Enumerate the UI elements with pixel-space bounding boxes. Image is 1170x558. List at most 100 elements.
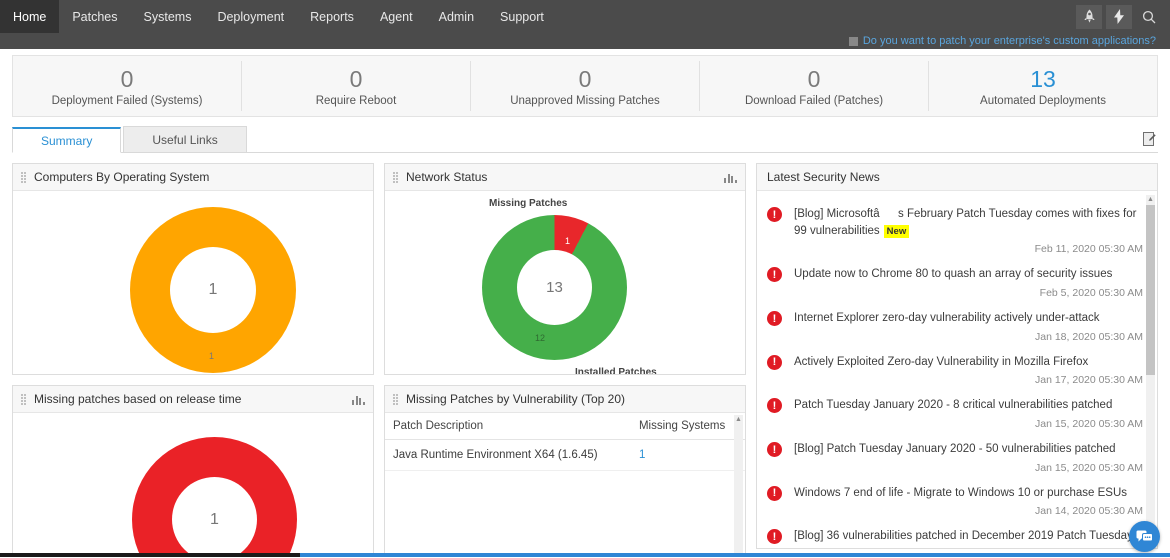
list-item[interactable]: ! Actively Exploited Zero-day Vulnerabil… [767,345,1143,389]
nav-item-label: Support [500,9,544,24]
nav-item-reports[interactable]: Reports [297,0,367,33]
widget-latest-security-news: Latest Security News ! [Blog] Microsoftâ… [756,163,1158,549]
table-header-row: Patch Description Missing Systems [385,413,745,440]
news-title[interactable]: [Blog] Patch Tuesday January 2020 - 50 v… [794,441,1143,458]
rocket-icon[interactable] [1076,4,1102,29]
nav-item-deployment[interactable]: Deployment [204,0,297,33]
news-content: [Blog] 36 vulnerabilities patched in Dec… [794,528,1143,548]
news-title[interactable]: Windows 7 end of life - Migrate to Windo… [794,485,1143,502]
nav-item-label: Home [13,9,47,24]
list-item[interactable]: ! [Blog] 36 vulnerabilities patched in D… [767,519,1143,548]
column-header-missing-systems[interactable]: Missing Systems [630,413,745,440]
widget-header: Network Status [385,164,745,191]
alert-icon: ! [767,442,782,458]
scrollbar-thumb[interactable] [1146,205,1155,375]
news-content: [Blog] Microsoftâs February Patch Tues… [794,206,1143,255]
stat-unapproved-missing-patches[interactable]: 0 Unapproved Missing Patches [471,60,700,112]
alert-icon: ! [767,354,782,370]
news-content: Actively Exploited Zero-day Vulnerabilit… [794,354,1143,387]
stat-require-reboot[interactable]: 0 Require Reboot [242,60,471,112]
lightning-icon[interactable] [1106,4,1132,29]
widget-computers-by-operating-system: Computers By Operating System 1 1 Window… [12,163,374,375]
cell-missing-systems: 1 [630,439,745,471]
stat-download-failed-patches[interactable]: 0 Download Failed (Patches) [700,60,929,112]
stat-automated-deployments[interactable]: 13 Automated Deployments [929,61,1157,112]
status-badge: New [883,224,910,239]
news-title[interactable]: [Blog] Microsoftâs February Patch Tues… [794,206,1143,239]
nav-item-home[interactable]: Home [0,0,60,33]
tab-label: Useful Links [152,132,218,147]
nav-item-agent[interactable]: Agent [367,0,426,33]
nav-item-label: Patches [72,9,118,24]
edit-dashboard-icon[interactable] [1143,132,1158,152]
donut-legend-missing-patches: Missing Patches [489,198,568,209]
nav-item-label: Admin [438,9,475,24]
list-item[interactable]: ! [Blog] Patch Tuesday January 2020 - 50… [767,432,1143,476]
external-link-icon [848,36,858,46]
donut-center-label: 1 [170,247,256,333]
news-date: Jan 14, 2020 05:30 AM [1035,505,1143,518]
donut-chart-os[interactable]: 1 1 Windows 10 [13,191,373,374]
drag-handle-icon[interactable] [21,171,28,183]
chart-type-icon[interactable] [724,172,737,183]
list-item[interactable]: ! Patch Tuesday January 2020 - 8 critica… [767,388,1143,432]
drag-handle-icon[interactable] [393,171,400,183]
vulnerability-table-scrollbar[interactable]: ▲ [734,415,743,558]
donut-legend-installed-patches: Installed Patches [575,367,657,374]
stat-deployment-failed-systems[interactable]: 0 Deployment Failed (Systems) [13,60,242,112]
widget-header: Latest Security News [757,164,1157,191]
summary-stats-bar: 0 Deployment Failed (Systems) 0 Require … [12,55,1158,117]
nav-item-admin[interactable]: Admin [426,0,487,33]
scroll-up-arrow-icon[interactable]: ▲ [734,415,743,424]
list-item[interactable]: ! Internet Explorer zero-day vulnerabili… [767,301,1143,345]
chat-support-button[interactable] [1129,521,1160,552]
nav-item-systems[interactable]: Systems [131,0,205,33]
stat-value: 0 [578,65,592,92]
nav-item-label: Deployment [217,9,285,24]
drag-handle-icon[interactable] [393,393,400,405]
column-header-patch-description[interactable]: Patch Description [385,413,631,440]
stat-value: 13 [1030,65,1056,92]
drag-handle-icon[interactable] [21,393,28,405]
bottom-status-strip [0,553,1170,558]
news-list: ! [Blog] Microsoftâs February Patch Tu… [757,191,1157,548]
news-title[interactable]: Actively Exploited Zero-day Vulnerabilit… [794,354,1143,371]
donut-center-label: 13 [517,250,592,325]
list-item[interactable]: ! Update now to Chrome 80 to quash an ar… [767,257,1143,301]
news-title[interactable]: Internet Explorer zero-day vulnerability… [794,310,1143,327]
list-item[interactable]: ! Windows 7 end of life - Migrate to Win… [767,476,1143,520]
chat-icon [1136,530,1153,541]
widget-header: Missing patches based on release time [13,386,373,413]
table-row[interactable]: Java Runtime Environment X64 (1.6.45) 1 [385,439,745,471]
news-date: Jan 18, 2020 05:30 AM [1035,330,1143,343]
news-date: Jan 17, 2020 05:30 AM [1035,374,1143,387]
news-content: Patch Tuesday January 2020 - 8 critical … [794,397,1143,430]
search-icon[interactable] [1136,5,1162,29]
news-content: [Blog] Patch Tuesday January 2020 - 50 v… [794,441,1143,474]
promo-link[interactable]: Do you want to patch your enterprise's c… [848,35,1156,47]
widget-body: 1 1 Windows 10 [13,191,373,374]
alert-icon: ! [767,398,782,414]
scroll-up-arrow-icon[interactable]: ▲ [1146,195,1155,204]
widget-body: ! [Blog] Microsoftâs February Patch Tu… [757,191,1157,548]
missing-systems-link[interactable]: 1 [639,449,645,461]
news-title[interactable]: Update now to Chrome 80 to quash an arra… [794,266,1143,283]
tab-useful-links[interactable]: Useful Links [123,126,247,152]
widget-body: Patch Description Missing Systems Java R… [385,413,745,558]
widget-missing-patches-by-release-time: Missing patches based on release time 1 [12,385,374,558]
alert-icon: ! [767,485,782,501]
news-scrollbar[interactable]: ▲ [1146,195,1155,546]
chart-type-icon[interactable] [352,394,365,405]
stat-label: Deployment Failed (Systems) [51,95,203,108]
news-title[interactable]: Patch Tuesday January 2020 - 8 critical … [794,397,1143,414]
widget-missing-patches-by-vulnerability: Missing Patches by Vulnerability (Top 20… [384,385,746,558]
news-title[interactable]: [Blog] 36 vulnerabilities patched in Dec… [794,528,1143,545]
nav-item-support[interactable]: Support [487,0,557,33]
nav-item-patches[interactable]: Patches [59,0,130,33]
donut-chart-release-time[interactable]: 1 [13,413,373,558]
tab-summary[interactable]: Summary [12,127,122,153]
stat-label: Automated Deployments [980,95,1106,108]
donut-chart-network-status[interactable]: 13 1 12 Missing Patches Installed Patche… [385,191,745,374]
news-date: Jan 15, 2020 05:30 AM [1035,418,1143,431]
list-item[interactable]: ! [Blog] Microsoftâs February Patch Tu… [767,197,1143,257]
